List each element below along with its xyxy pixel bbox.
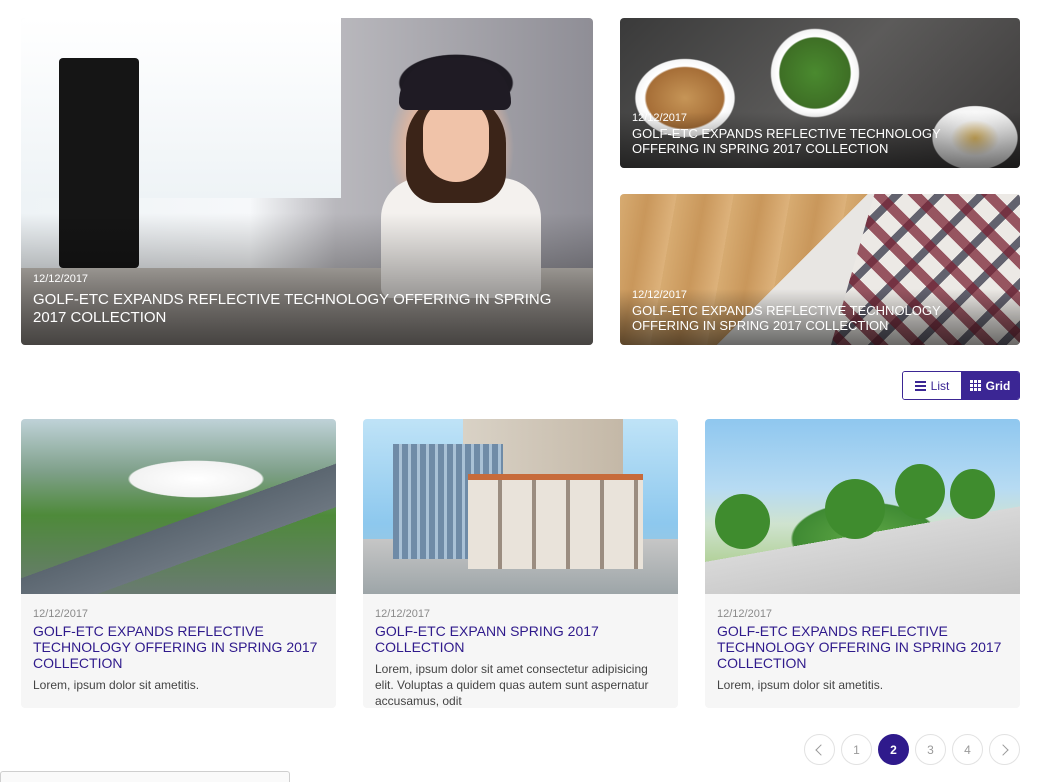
post-title[interactable]: golf-etc EXPANDS REFLECTIVE TECHNOLOGY O… <box>632 303 1008 333</box>
tree-image <box>895 464 945 519</box>
face-image <box>423 100 489 182</box>
post-date: 12/12/2017 <box>33 608 89 620</box>
grid-icon <box>969 380 981 391</box>
page-button-3[interactable]: 3 <box>915 734 946 765</box>
post-title[interactable]: golf-etc EXPANDS REFLECTIVE TECHNOLOGY O… <box>632 126 1008 156</box>
featured-overlay: 12/12/2017 golf-etc EXPANDS REFLECTIVE T… <box>620 289 1020 345</box>
tree-image <box>950 469 995 519</box>
featured-overlay: 12/12/2017 golf-etc EXPANDS REFLECTIVE T… <box>620 112 1020 168</box>
view-toggle: List Grid <box>902 371 1020 400</box>
bottom-panel-edge <box>0 771 290 782</box>
featured-overlay: 12/12/2017 golf-etc EXPANDS REFLECTIVE T… <box>21 213 593 345</box>
pagination: 1 2 3 4 <box>804 734 1021 765</box>
page-number: 2 <box>890 742 897 757</box>
post-date: 12/12/2017 <box>632 289 688 301</box>
post-title[interactable]: golf-etc EXPANN SPRING 2017 COLLECTION <box>375 623 666 655</box>
prev-page-button[interactable] <box>804 734 835 765</box>
post-thumbnail[interactable] <box>363 419 678 594</box>
post-thumbnail[interactable] <box>705 419 1020 594</box>
page-button-1[interactable]: 1 <box>841 734 872 765</box>
tree-image <box>825 479 885 539</box>
post-card[interactable]: 12/12/2017 golf-etc EXPANN SPRING 2017 C… <box>363 419 678 708</box>
post-excerpt: Lorem, ipsum dolor sit ametitis. <box>717 678 884 692</box>
page-number: 1 <box>853 742 860 757</box>
tree-image <box>715 494 770 549</box>
post-title[interactable]: golf-etc EXPANDS REFLECTIVE TECHNOLOGY O… <box>717 623 1008 671</box>
post-excerpt: Lorem, ipsum dolor sit amet consectetur … <box>375 662 649 708</box>
post-title[interactable]: golf-etc EXPANDS REFLECTIVE TECHNOLOGY O… <box>33 291 581 327</box>
post-date: 12/12/2017 <box>632 112 688 124</box>
page-button-2[interactable]: 2 <box>878 734 909 765</box>
chevron-right-icon <box>997 743 1009 756</box>
list-view-label: List <box>930 378 950 393</box>
post-title[interactable]: golf-etc EXPANDS REFLECTIVE TECHNOLOGY O… <box>33 623 324 671</box>
post-card[interactable]: 12/12/2017 golf-etc EXPANDS REFLECTIVE T… <box>21 419 336 708</box>
page-number: 4 <box>964 742 971 757</box>
grid-view-label: Grid <box>985 378 1011 393</box>
next-page-button[interactable] <box>989 734 1020 765</box>
grid-view-button[interactable]: Grid <box>961 372 1019 399</box>
post-date: 12/12/2017 <box>375 608 431 620</box>
chevron-left-icon <box>815 743 827 756</box>
post-date: 12/12/2017 <box>33 273 89 285</box>
shophouse-image <box>468 474 643 569</box>
list-view-button[interactable]: List <box>903 372 961 399</box>
page-number: 3 <box>927 742 934 757</box>
hat-image <box>399 58 511 110</box>
post-date: 12/12/2017 <box>717 608 773 620</box>
post-excerpt: Lorem, ipsum dolor sit ametitis. <box>33 678 200 692</box>
featured-post-side-bottom[interactable]: 12/12/2017 golf-etc EXPANDS REFLECTIVE T… <box>620 194 1020 345</box>
post-card[interactable]: 12/12/2017 golf-etc EXPANDS REFLECTIVE T… <box>705 419 1020 708</box>
page-button-4[interactable]: 4 <box>952 734 983 765</box>
featured-post-main[interactable]: 12/12/2017 golf-etc EXPANDS REFLECTIVE T… <box>21 18 593 345</box>
list-icon <box>914 380 926 391</box>
post-thumbnail[interactable] <box>21 419 336 594</box>
featured-post-side-top[interactable]: 12/12/2017 golf-etc EXPANDS REFLECTIVE T… <box>620 18 1020 168</box>
